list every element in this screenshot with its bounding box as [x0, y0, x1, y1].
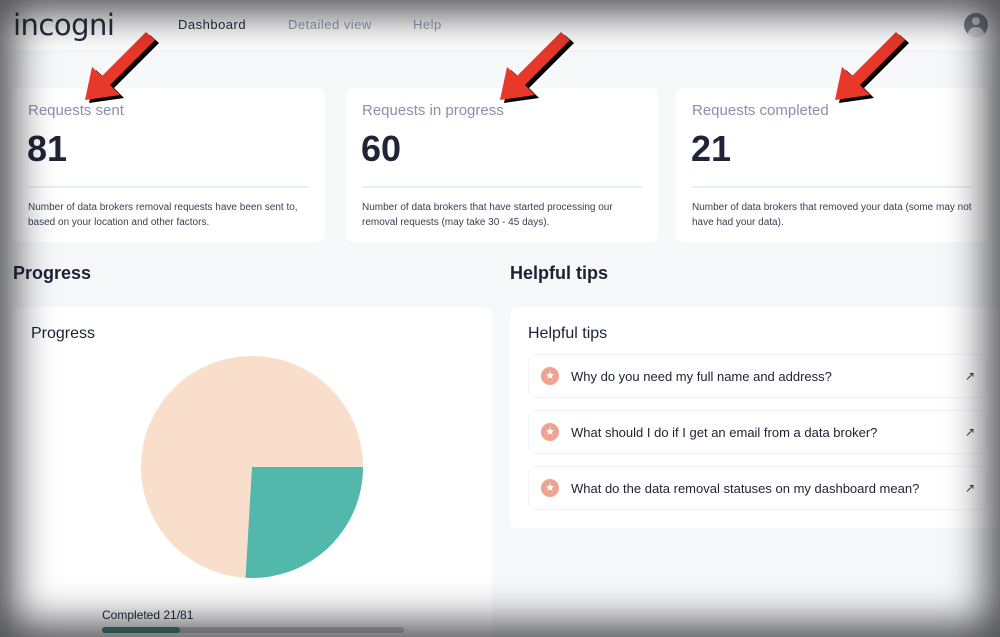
tips-panel: Helpful tips ★ Why do you need my full n… — [510, 307, 1000, 528]
logo[interactable]: incogni — [13, 8, 115, 42]
stat-title: Requests in progress — [362, 102, 504, 119]
tip-text: Why do you need my full name and address… — [571, 368, 832, 384]
progress-pie-chart — [141, 356, 363, 578]
tips-panel-title: Helpful tips — [528, 325, 608, 342]
nav-dashboard[interactable]: Dashboard — [178, 17, 246, 32]
pie-slice-completed — [245, 467, 363, 578]
stat-value: 21 — [691, 128, 732, 169]
star-icon: ★ — [541, 479, 559, 497]
stat-card-requests-in-progress: Requests in progress 60 Number of data b… — [346, 88, 658, 242]
star-icon: ★ — [541, 423, 559, 441]
progress-panel-title: Progress — [31, 325, 96, 342]
external-link-icon[interactable]: ↗ — [965, 481, 975, 495]
star-icon: ★ — [541, 367, 559, 385]
nav-detailed-view[interactable]: Detailed view — [288, 17, 372, 32]
avatar[interactable] — [964, 13, 988, 37]
stat-description: Number of data brokers that removed your… — [692, 202, 972, 228]
stat-description: Number of data brokers that have started… — [362, 202, 613, 228]
progress-panel: Progress — [12, 307, 492, 637]
completed-progress-bar — [102, 627, 404, 633]
progress-bar-fill — [102, 627, 181, 633]
tip-text: What should I do if I get an email from … — [571, 424, 878, 440]
stat-description: Number of data brokers removal requests … — [28, 202, 298, 228]
nav-help[interactable]: Help — [413, 17, 442, 32]
divider — [28, 186, 309, 188]
tip-text: What do the data removal statuses on my … — [571, 480, 920, 496]
top-nav: incogni Dashboard Detailed view Help — [0, 0, 1000, 50]
tip-item[interactable]: ★ What should I do if I get an email fro… — [528, 410, 988, 454]
stat-card-requests-completed: Requests completed 21 Number of data bro… — [676, 88, 988, 242]
stat-value: 81 — [27, 128, 68, 169]
tip-item[interactable]: ★ What do the data removal statuses on m… — [528, 466, 988, 510]
divider — [362, 186, 642, 188]
tip-item[interactable]: ★ Why do you need my full name and addre… — [528, 354, 988, 398]
divider — [692, 186, 972, 188]
stat-card-requests-sent: Requests sent 81 Number of data brokers … — [12, 88, 325, 242]
external-link-icon[interactable]: ↗ — [965, 425, 975, 439]
stat-value: 60 — [361, 128, 402, 169]
stat-title: Requests completed — [692, 102, 829, 119]
tips-heading: Helpful tips — [510, 263, 608, 283]
progress-heading: Progress — [13, 263, 92, 283]
completed-label: Completed 21/81 — [102, 608, 194, 622]
stat-title: Requests sent — [28, 102, 124, 119]
external-link-icon[interactable]: ↗ — [965, 369, 975, 383]
